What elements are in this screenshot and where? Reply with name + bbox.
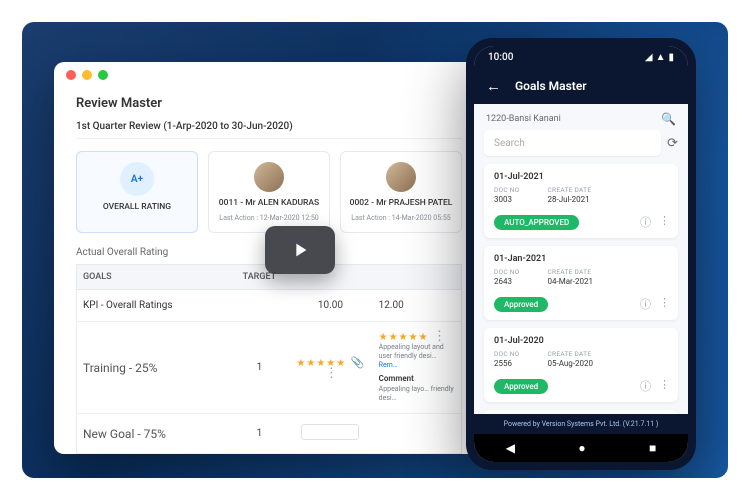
comment-heading: Comment xyxy=(379,374,455,383)
doc-no-label: DOC NO xyxy=(494,186,520,194)
traffic-light-max-icon[interactable] xyxy=(98,70,108,80)
doc-no-value: 2643 xyxy=(494,277,520,286)
avatar-icon xyxy=(386,162,416,192)
status-badge: Approved xyxy=(494,379,548,394)
doc-no-label: DOC NO xyxy=(494,268,520,276)
phone-frame: 10:00 ◢ ▲ ▮ ← Goals Master 1220-Bansi Ka… xyxy=(466,38,696,470)
wifi-icon: ▲ xyxy=(656,52,666,63)
goal-name: Training - 25% xyxy=(77,351,231,385)
overall-rating-card[interactable]: A+ OVERALL RATING xyxy=(76,151,198,233)
signal-icon: ◢ xyxy=(645,52,653,63)
back-icon[interactable]: ← xyxy=(486,77,501,95)
overall-rating-label: OVERALL RATING xyxy=(83,202,191,212)
app-title: Goals Master xyxy=(515,79,587,93)
reviewer-name: 0002 - Mr PRAJESH PATEL xyxy=(347,198,455,208)
paperclip-icon[interactable]: 📎 xyxy=(351,356,365,369)
reviewer-card[interactable]: 0011 - Mr ALEN KADURAS Last Action : 12-… xyxy=(208,151,330,233)
table-row: New Goal - 75% 1 xyxy=(76,414,462,454)
star-rating-icon[interactable]: ★★★★★ xyxy=(296,358,346,369)
battery-icon: ▮ xyxy=(668,52,674,63)
reviewer-last-action: Last Action : 14-Mar-2020 05:55 xyxy=(347,214,455,222)
rating-input[interactable] xyxy=(301,424,359,440)
goal-name: KPI - Overall Ratings xyxy=(77,290,231,321)
video-play-button[interactable] xyxy=(265,226,335,274)
traffic-light-close-icon[interactable] xyxy=(66,70,76,80)
app-footer: Powered by Version Systems Pvt. Ltd. (V.… xyxy=(474,414,688,434)
create-date-value: 28-Jul-2021 xyxy=(548,195,592,204)
search-icon[interactable]: 🔍 xyxy=(661,112,676,126)
info-icon[interactable]: ⓘ xyxy=(640,214,651,230)
stage-background: Review Master 1st Quarter Review (1-Arp-… xyxy=(22,22,728,478)
rating-badge-icon: A+ xyxy=(120,162,154,196)
traffic-light-min-icon[interactable] xyxy=(82,70,92,80)
remove-link[interactable]: Rem… xyxy=(379,361,398,369)
nav-recent-icon[interactable]: ■ xyxy=(649,441,656,455)
reviewer-card[interactable]: 0002 - Mr PRAJESH PATEL Last Action : 14… xyxy=(340,151,462,233)
create-date-label: CREATE DATE xyxy=(548,350,593,358)
more-icon[interactable]: ⋮ xyxy=(325,366,338,381)
status-badge: Approved xyxy=(494,297,548,312)
more-icon[interactable]: ⋮ xyxy=(659,296,670,312)
search-placeholder: Search xyxy=(494,138,525,149)
app-bar: ← Goals Master xyxy=(474,68,688,104)
goal-target: 1 xyxy=(231,352,289,383)
play-icon xyxy=(289,239,311,261)
avatar-icon xyxy=(254,162,284,192)
goal-name: New Goal - 75% xyxy=(77,417,231,451)
nav-back-icon[interactable]: ◀ xyxy=(506,441,515,455)
goal-target xyxy=(231,296,289,316)
list-item[interactable]: 01-Jul-2020 DOC NO2556 CREATE DATE05-Aug-2… xyxy=(484,328,678,402)
goal-target: 1 xyxy=(231,418,289,449)
th-goals: GOALS xyxy=(77,265,231,289)
create-date-label: CREATE DATE xyxy=(548,186,592,194)
goal-value-b: 12.00 xyxy=(373,290,461,321)
item-date: 01-Jul-2020 xyxy=(494,336,668,346)
list-item[interactable]: 01-Jan-2021 DOC NO2643 CREATE DATE04-Mar-2… xyxy=(484,246,678,320)
android-navbar: ◀ ● ■ xyxy=(474,434,688,462)
comment-text: Appealing layo… friendly desi… xyxy=(379,385,455,403)
create-date-value: 05-Aug-2020 xyxy=(548,359,593,368)
doc-no-label: DOC NO xyxy=(494,350,520,358)
create-date-label: CREATE DATE xyxy=(548,268,593,276)
doc-no-value: 3003 xyxy=(494,195,520,204)
page-title: Review Master xyxy=(76,96,462,111)
info-icon[interactable]: ⓘ xyxy=(640,378,651,394)
list-item[interactable]: 01-Jun-2020DOC NOCREATE DATEⓘ⋮ xyxy=(484,410,678,414)
doc-no-value: 2556 xyxy=(494,359,520,368)
more-icon[interactable]: ⋮ xyxy=(659,378,670,394)
window-titlebar xyxy=(54,62,484,88)
star-rating-icon[interactable]: ★★★★★ xyxy=(379,332,429,343)
status-badge: AUTO_APPROVED xyxy=(494,215,579,230)
status-bar: 10:00 ◢ ▲ ▮ xyxy=(474,46,688,68)
goals-list: 01-Jul-2021DOC NO3003CREATE DATE28-Jul-2… xyxy=(474,164,688,414)
breadcrumb[interactable]: 1220-Bansi Kanani xyxy=(486,114,561,124)
status-time: 10:00 xyxy=(488,52,513,63)
table-row: Training - 25% 1 ★★★★★ 📎 ⋮ ★★★★★ ⋮ Appea… xyxy=(76,322,462,414)
create-date-value: 04-Mar-2021 xyxy=(548,277,593,286)
rating-note: Appealing layout and user friendly desi… xyxy=(379,343,444,360)
nav-home-icon[interactable]: ● xyxy=(578,441,585,455)
search-input[interactable]: Search xyxy=(484,130,661,156)
more-icon[interactable]: ⋮ xyxy=(659,214,670,230)
refresh-icon[interactable]: ⟳ xyxy=(667,136,678,151)
table-row: KPI - Overall Ratings 10.00 12.00 xyxy=(76,290,462,322)
reviewer-last-action: Last Action : 12-Mar-2020 12:50 xyxy=(215,214,323,222)
goal-value-a: 10.00 xyxy=(288,290,372,321)
reviewer-name: 0011 - Mr ALEN KADURAS xyxy=(215,198,323,208)
period-subtitle: 1st Quarter Review (1-Arp-2020 to 30-Jun… xyxy=(76,121,293,132)
more-icon[interactable]: ⋮ xyxy=(433,329,446,344)
info-icon[interactable]: ⓘ xyxy=(640,296,651,312)
list-item[interactable]: 01-Jul-2021 DOC NO3003 CREATE DATE28-Jul-2… xyxy=(484,164,678,238)
item-date: 01-Jan-2021 xyxy=(494,254,668,264)
item-date: 01-Jul-2021 xyxy=(494,172,668,182)
